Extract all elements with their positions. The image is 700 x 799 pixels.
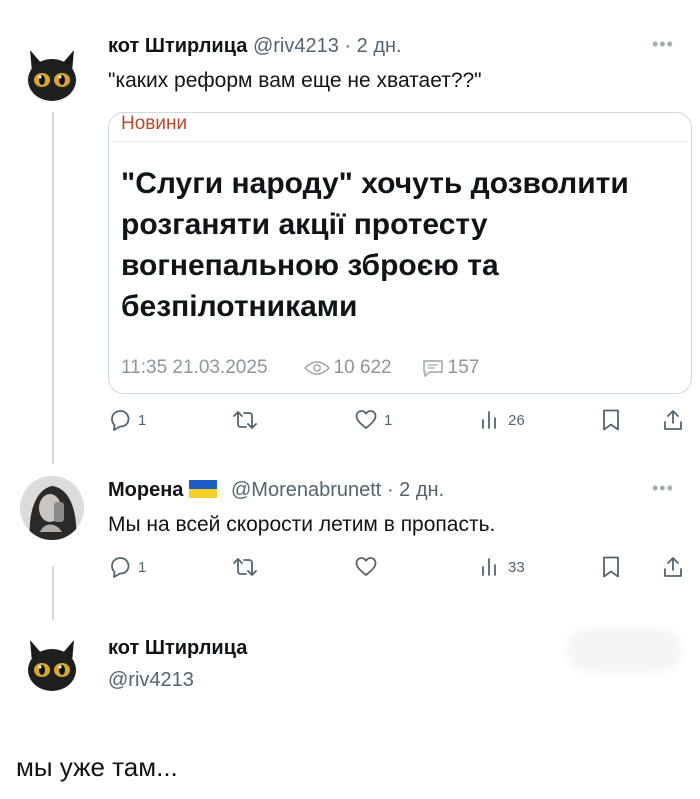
retweet-icon xyxy=(233,558,257,576)
tweet-text: Мы на всей скорости летим в пропасть. xyxy=(108,513,496,536)
more-icon[interactable]: ••• xyxy=(652,34,674,55)
card-tag: Новини xyxy=(121,113,188,134)
tweet-text: "каких реформ вам еще не хватает??" xyxy=(108,69,482,92)
user-handle[interactable]: @Morenabrunett xyxy=(231,479,381,501)
views-button[interactable]: 33 xyxy=(480,555,525,579)
action-bar: 1 1 26 xyxy=(108,408,692,438)
avatar[interactable] xyxy=(20,632,84,696)
display-name[interactable]: кот Штирлица xyxy=(108,35,247,57)
reply-button[interactable]: 1 xyxy=(108,555,146,579)
separator-dot: · xyxy=(386,479,394,501)
more-icon[interactable]: ••• xyxy=(652,478,674,499)
share-icon xyxy=(664,410,682,430)
card-meta: 11:35 21.03.2025 10 622 157 xyxy=(121,357,479,379)
like-icon xyxy=(355,557,377,576)
retweet-button[interactable] xyxy=(232,408,264,432)
card-comments-count: 157 xyxy=(447,357,480,378)
avatar[interactable] xyxy=(20,476,84,540)
author-handle-block: @riv4213 xyxy=(108,668,194,692)
share-button[interactable] xyxy=(662,408,684,432)
eye-icon xyxy=(303,361,330,375)
avatar[interactable] xyxy=(20,42,84,106)
thread-line-1 xyxy=(52,112,54,464)
card-views-count: 10 622 xyxy=(333,357,392,378)
display-name[interactable]: кот Штирлица xyxy=(108,637,247,659)
user-photo xyxy=(20,476,84,540)
retweet-icon xyxy=(233,411,257,429)
news-card[interactable]: Новини "Слуги народу" хочуть дозволити р… xyxy=(108,112,692,394)
cat-avatar-image xyxy=(28,50,76,101)
retweet-button[interactable] xyxy=(232,555,264,579)
author-name-block: кот Штирлица xyxy=(108,636,247,660)
display-name[interactable]: Морена xyxy=(108,479,183,501)
comment-icon xyxy=(422,360,443,377)
reply-icon xyxy=(111,557,130,578)
like-button[interactable]: 1 xyxy=(354,408,392,432)
bookmark-button[interactable] xyxy=(600,408,622,432)
card-headline: "Слуги народу" хочуть дозволити розганят… xyxy=(121,167,629,323)
action-bar: 1 33 xyxy=(108,555,692,585)
views-icon xyxy=(482,411,496,429)
post-time[interactable]: 2 дн. xyxy=(357,35,402,57)
tweet-text: мы уже там... xyxy=(16,752,178,782)
separator-dot: · xyxy=(344,35,352,57)
bookmark-icon xyxy=(603,409,619,431)
view-count: 26 xyxy=(508,411,525,429)
reply-count: 1 xyxy=(138,411,147,429)
share-icon xyxy=(664,557,682,577)
blurred-area xyxy=(566,628,682,672)
reply-button[interactable]: 1 xyxy=(108,408,146,432)
card-divider xyxy=(109,141,691,142)
tweet-header: Морена @Morenabrunett · 2 дн. xyxy=(108,478,444,502)
views-icon xyxy=(482,558,496,576)
like-count: 1 xyxy=(384,411,393,429)
like-icon xyxy=(355,410,377,429)
like-button[interactable] xyxy=(354,555,384,579)
user-handle[interactable]: @riv4213 xyxy=(253,35,339,57)
views-button[interactable]: 26 xyxy=(480,408,525,432)
post-time[interactable]: 2 дн. xyxy=(399,479,444,501)
ukraine-flag-icon xyxy=(189,480,218,498)
thread-line-2 xyxy=(52,566,54,620)
bookmark-icon xyxy=(603,556,619,578)
view-count: 33 xyxy=(508,558,525,576)
user-handle[interactable]: @riv4213 xyxy=(108,669,194,691)
bookmark-button[interactable] xyxy=(600,555,622,579)
cat-avatar-image xyxy=(28,640,76,691)
share-button[interactable] xyxy=(662,555,684,579)
card-comments: 157 xyxy=(422,357,480,379)
card-timestamp: 11:35 21.03.2025 xyxy=(121,357,268,378)
reply-icon xyxy=(111,410,130,431)
reply-count: 1 xyxy=(138,558,147,576)
card-views: 10 622 xyxy=(303,357,392,379)
tweet-header: кот Штирлица @riv4213 · 2 дн. xyxy=(108,34,402,58)
